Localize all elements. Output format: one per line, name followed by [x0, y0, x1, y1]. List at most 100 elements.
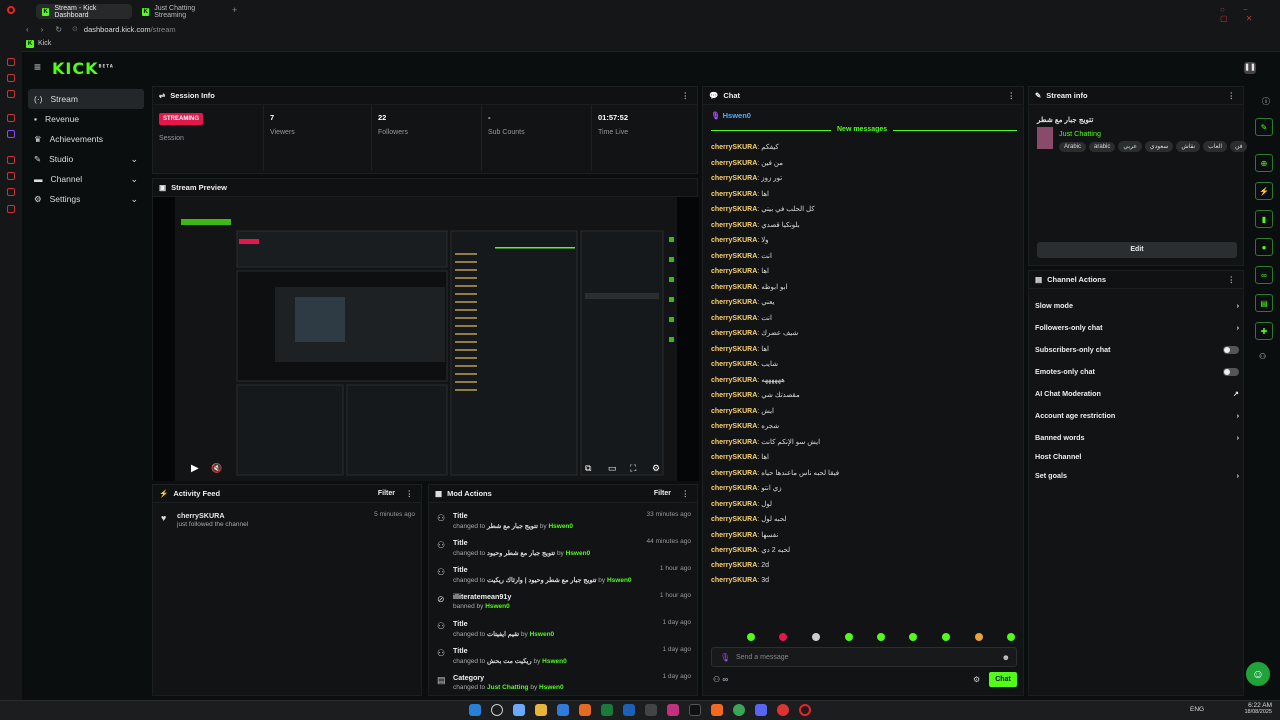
raid-icon[interactable]: ⊕ [1255, 154, 1273, 172]
browser-tab-active[interactable]: K Stream - Kick Dashboard [36, 4, 132, 19]
emoji-icon[interactable]: ☻ [1002, 653, 1010, 662]
clip-icon[interactable]: ⧉ [585, 463, 591, 474]
new-tab-icon[interactable]: + [232, 5, 237, 15]
chat-username[interactable]: cherrySKURA [711, 547, 757, 554]
chat-username[interactable]: cherrySKURA [711, 454, 757, 461]
filter-button[interactable]: Filter [654, 490, 671, 497]
account-age-action[interactable]: Account age restriction › [1035, 411, 1239, 420]
chat-username[interactable]: cherrySKURA [711, 160, 757, 167]
chat-username[interactable]: cherrySKURA [711, 330, 757, 337]
opera-app-icon[interactable] [7, 74, 15, 82]
mute-icon[interactable]: 🔇 [211, 463, 222, 474]
link-icon[interactable]: ∞ [1255, 266, 1273, 284]
info-icon[interactable]: ⓘ [1262, 96, 1270, 107]
bookmark-kick[interactable]: Kick [38, 40, 51, 47]
slow-mode-action[interactable]: Slow mode › [1035, 301, 1239, 310]
chat-username[interactable]: cherrySKURA [711, 222, 757, 229]
chat-username[interactable]: cherrySKURA [711, 408, 757, 415]
chat-username[interactable]: cherrySKURA [711, 175, 757, 182]
opera-gx-icon[interactable] [777, 704, 789, 716]
opera-app-icon[interactable] [7, 58, 15, 66]
more-options-icon[interactable]: ⋮ [682, 489, 690, 498]
chat-username[interactable]: cherrySKURA [711, 144, 757, 151]
wrench-icon[interactable]: ✚ [1255, 322, 1273, 340]
subscribers-only-action[interactable]: Subscribers-only chat [1035, 345, 1239, 354]
reload-icon[interactable]: ↻ [55, 25, 62, 34]
address-bar[interactable]: ‹ › ↻ ⊙ dashboard.kick.com/stream [0, 22, 1280, 36]
brave-icon[interactable] [711, 704, 723, 716]
emotes-only-action[interactable]: Emotes-only chat [1035, 367, 1239, 376]
sidebar-item-channel[interactable]: ▬ Channel ⌄ [28, 169, 144, 189]
opera-app-icon[interactable] [7, 188, 15, 196]
chat-username[interactable]: cherrySKURA [711, 423, 757, 430]
more-options-icon[interactable]: ⋮ [1228, 275, 1236, 284]
chat-username[interactable]: cherrySKURA [711, 577, 757, 584]
emotes-only-toggle[interactable] [1223, 367, 1239, 376]
clipboard-icon[interactable]: ▤ [1255, 294, 1273, 312]
chat-input[interactable]: 🎙 Send a message ☻ [711, 647, 1017, 667]
chat-username[interactable]: cherrySKURA [711, 206, 757, 213]
chat-username[interactable]: cherrySKURA [711, 485, 757, 492]
chat-username[interactable]: cherrySKURA [711, 284, 757, 291]
fullscreen-icon[interactable]: ⛶ [630, 463, 636, 474]
back-icon[interactable]: ‹ [26, 25, 29, 34]
chrome-icon[interactable] [733, 704, 745, 716]
pinned-user[interactable]: 🎙 Hswen0 [711, 111, 751, 120]
sidebar-item-studio[interactable]: ✎ Studio ⌄ [28, 149, 144, 169]
firefox-icon[interactable] [579, 704, 591, 716]
more-options-icon[interactable]: ⋮ [1008, 91, 1016, 100]
language-indicator[interactable]: ENG [1190, 706, 1204, 713]
banned-words-action[interactable]: Banned words › [1035, 433, 1239, 442]
opera-app-icon[interactable] [7, 156, 15, 164]
browser-tab[interactable]: K Just Chatting Streaming [136, 4, 228, 19]
video-player[interactable]: ▶ 🔇 ⧉ ▭ ⛶ ⚙ [153, 197, 699, 481]
chat-username[interactable]: cherrySKURA [711, 361, 757, 368]
app-icon[interactable] [645, 704, 657, 716]
chat-username[interactable]: cherrySKURA [711, 516, 757, 523]
edit-button[interactable]: Edit [1037, 242, 1237, 258]
instagram-icon[interactable] [667, 704, 679, 716]
chat-username[interactable]: cherrySKURA [711, 439, 757, 446]
play-icon[interactable]: ▶ [191, 463, 199, 474]
chat-bubble-icon[interactable]: ● [1255, 238, 1273, 256]
pause-icon[interactable]: ❚❚ [1244, 62, 1256, 74]
more-options-icon[interactable]: ⋮ [682, 91, 690, 100]
chat-username[interactable]: cherrySKURA [711, 501, 757, 508]
chat-username[interactable]: cherrySKURA [711, 392, 757, 399]
followers-only-action[interactable]: Followers-only chat › [1035, 323, 1239, 332]
copilot-icon[interactable] [513, 704, 525, 716]
window-controls[interactable]: ○ − ▢ ✕ [1220, 5, 1280, 23]
chat-username[interactable]: cherrySKURA [711, 532, 757, 539]
chat-username[interactable]: cherrySKURA [711, 377, 757, 384]
set-goals-action[interactable]: Set goals › [1035, 471, 1239, 480]
kick-logo[interactable]: KICKBETA [52, 59, 114, 78]
chat-username[interactable]: cherrySKURA [711, 237, 757, 244]
sidebar-item-revenue[interactable]: ▪ Revenue [28, 109, 144, 129]
chat-username[interactable]: cherrySKURA [711, 299, 757, 306]
host-channel-action[interactable]: Host Channel [1035, 452, 1239, 461]
chat-username[interactable]: cherrySKURA [711, 470, 757, 477]
menu-icon[interactable]: ≡ [34, 61, 41, 73]
outlook-icon[interactable] [623, 704, 635, 716]
chat-settings-icon[interactable]: ⚙ [973, 675, 980, 684]
edit-icon[interactable]: ✎ [1255, 118, 1273, 136]
bolt-icon[interactable]: ⚡ [1255, 182, 1273, 200]
tiktok-icon[interactable] [689, 704, 701, 716]
opera-logo-icon[interactable] [7, 6, 15, 14]
ai-moderation-action[interactable]: AI Chat Moderation ↗ [1035, 389, 1239, 398]
windows-start-icon[interactable] [469, 704, 481, 716]
more-options-icon[interactable]: ⋮ [1228, 91, 1236, 100]
sidebar-item-settings[interactable]: ⚙ Settings ⌄ [28, 189, 144, 209]
filter-button[interactable]: Filter [378, 490, 395, 497]
opera-app-icon[interactable] [7, 114, 15, 122]
stream-category[interactable]: Just Chatting [1059, 129, 1101, 138]
opera-app-icon[interactable] [7, 172, 15, 180]
subscribers-only-toggle[interactable] [1223, 345, 1239, 354]
chat-username[interactable]: cherrySKURA [711, 315, 757, 322]
chat-username[interactable]: cherrySKURA [711, 191, 757, 198]
send-chat-button[interactable]: Chat [989, 672, 1017, 687]
chat-username[interactable]: cherrySKURA [711, 346, 757, 353]
edge-icon[interactable] [557, 704, 569, 716]
activity-user[interactable]: cherrySKURA [177, 511, 225, 520]
theater-icon[interactable]: ▭ [608, 463, 617, 474]
